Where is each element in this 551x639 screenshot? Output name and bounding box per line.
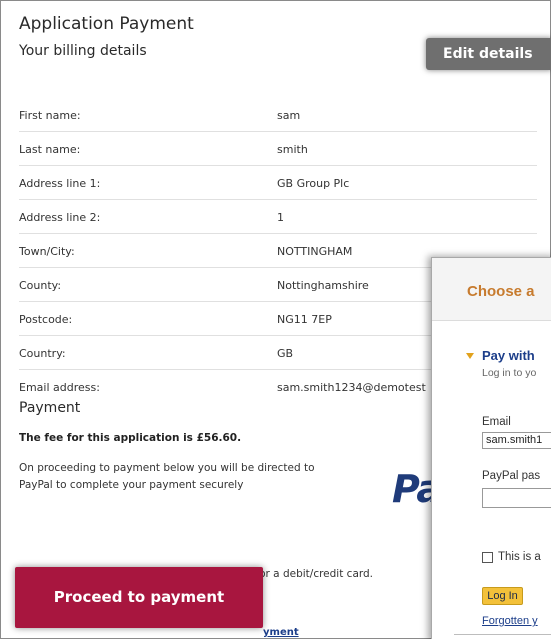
divider: [454, 634, 551, 635]
detail-label: Town/City:: [19, 245, 75, 258]
login-button[interactable]: Log In: [482, 587, 523, 605]
detail-row-address-line-1: Address line 1: GB Group Plc: [19, 166, 537, 200]
detail-value: smith: [277, 143, 308, 156]
redirect-text: On proceeding to payment below you will …: [19, 462, 315, 491]
detail-value: sam.smith1234@demotest: [277, 381, 426, 394]
forgotten-link[interactable]: Forgotten y: [482, 615, 538, 627]
email-field[interactable]: sam.smith1: [482, 432, 551, 449]
password-label: PayPal pas: [482, 470, 541, 482]
detail-label: Country:: [19, 347, 66, 360]
page-title: Application Payment: [19, 14, 194, 34]
payment-heading: Payment: [19, 400, 81, 416]
detail-value: sam: [277, 109, 301, 122]
paypal-login-panel: Choose a Pay with Log in to yo Email sam…: [431, 257, 551, 639]
detail-value: 1: [277, 211, 284, 224]
billing-details-subtitle: Your billing details: [19, 43, 147, 59]
detail-value: NG11 7EP: [277, 313, 332, 326]
checkbox-label: This is a: [498, 551, 541, 563]
detail-label: Address line 2:: [19, 211, 101, 224]
public-computer-checkbox[interactable]: [482, 552, 493, 563]
paypal-panel-header: Choose a: [432, 258, 551, 321]
password-field[interactable]: [482, 488, 551, 508]
detail-label: Address line 1:: [19, 177, 101, 190]
detail-label: First name:: [19, 109, 81, 122]
detail-label: Last name:: [19, 143, 81, 156]
email-label: Email: [482, 416, 511, 428]
fee-text: The fee for this application is £56.60.: [19, 432, 242, 444]
detail-value: GB: [277, 347, 294, 360]
detail-label: Email address:: [19, 381, 100, 394]
detail-label: Postcode:: [19, 313, 73, 326]
detail-row-last-name: Last name: smith: [19, 132, 537, 166]
detail-value: NOTTINGHAM: [277, 245, 353, 258]
login-hint-text: Log in to yo: [482, 367, 537, 379]
detail-row-first-name: First name: sam: [19, 98, 537, 132]
detail-row-address-line-2: Address line 2: 1: [19, 200, 537, 234]
proceed-to-payment-button[interactable]: Proceed to payment: [15, 567, 263, 628]
detail-value: GB Group Plc: [277, 177, 350, 190]
screen: Application Payment Your billing details…: [0, 0, 551, 639]
payment-link[interactable]: yment: [263, 627, 299, 638]
detail-value: Nottinghamshire: [277, 279, 369, 292]
pay-with-paypal-toggle[interactable]: Pay with: [482, 348, 535, 363]
choose-payment-heading: Choose a: [467, 283, 535, 300]
triangle-down-icon[interactable]: [466, 353, 474, 359]
edit-details-button[interactable]: Edit details: [426, 38, 551, 70]
detail-label: County:: [19, 279, 62, 292]
